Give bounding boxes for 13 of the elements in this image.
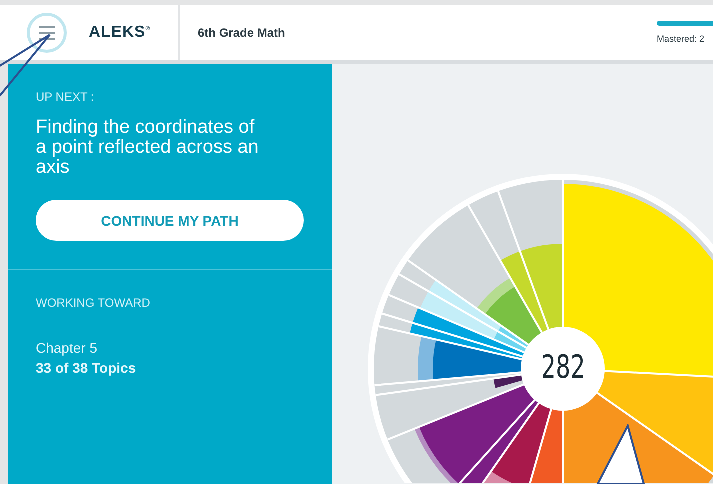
aleks-logo: ALEKS$^{®}$ (89, 24, 151, 42)
mastered-label: Mastered: 2 (657, 34, 706, 44)
section-label: WORKING TOWARD (36, 296, 152, 310)
continue-button[interactable]: CONTINUE MY PATH (36, 200, 304, 241)
course-title: 6th Grade Math (198, 26, 286, 40)
topics-count: 33 of 38 Topics (36, 359, 138, 378)
menu-icon (38, 26, 56, 40)
section-label: UP NEXT : (36, 90, 96, 104)
callout-pointer (596, 424, 646, 484)
menu-button[interactable] (27, 12, 67, 52)
topic-title: Finding the coordinates of a point reflected across an axis (36, 118, 260, 178)
chapter-label: Chapter 5 (36, 339, 98, 358)
center-score: 282 (541, 348, 585, 386)
